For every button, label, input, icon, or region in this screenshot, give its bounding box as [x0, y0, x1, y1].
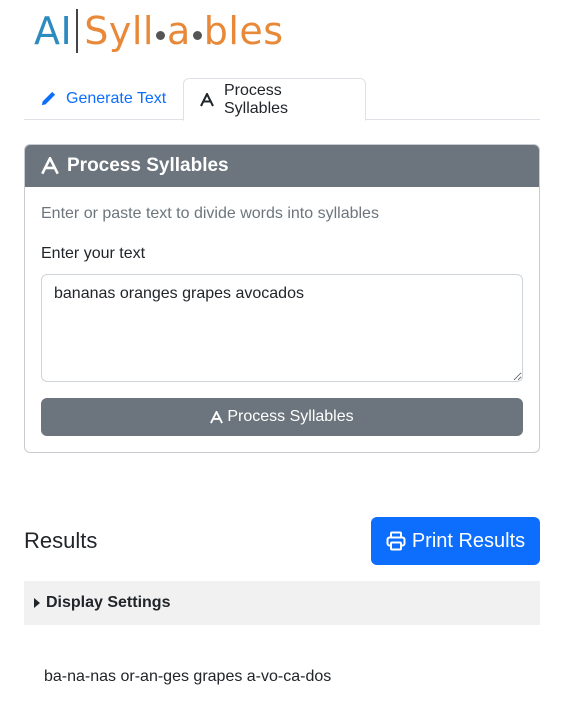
results-title: Results: [24, 528, 98, 553]
process-syllables-button[interactable]: Process Syllables: [41, 398, 523, 436]
tab-process-syllables[interactable]: Process Syllables: [183, 78, 366, 121]
logo-syllables-text: Syll a bles: [84, 9, 283, 53]
logo-ai-text: AI: [34, 9, 73, 53]
tab-bar: Generate Text Process Syllables: [24, 78, 540, 121]
print-results-label: Print Results: [411, 529, 526, 552]
font-a-icon: [200, 92, 214, 107]
font-a-icon: [210, 410, 224, 424]
pencil-icon: [40, 91, 56, 107]
card-title: Process Syllables: [67, 155, 229, 176]
tab-generate-text[interactable]: Generate Text: [24, 78, 182, 120]
logo-divider: [76, 9, 79, 53]
logo-dot-2: [192, 30, 202, 40]
print-results-button[interactable]: Print Results: [371, 517, 540, 565]
printer-icon: [386, 531, 406, 551]
text-input-label: Enter your text: [41, 245, 146, 262]
caret-right-icon: [34, 598, 40, 608]
font-a-icon: [41, 157, 59, 175]
logo-syllable-1: Syll: [84, 9, 154, 53]
display-settings-toggle[interactable]: Display Settings: [24, 581, 540, 625]
logo-dot-1: [155, 30, 165, 40]
tab-generate-text-label: Generate Text: [66, 90, 167, 107]
syllable-result-text: ba-na-nas or-an-ges grapes a-vo-ca-dos: [44, 668, 332, 685]
logo-syllable-2: a: [166, 9, 191, 53]
card-description: Enter or paste text to divide words into…: [41, 205, 379, 222]
process-card: Process Syllables Enter or paste text to…: [24, 144, 540, 453]
app-logo: AI Syll a bles: [34, 6, 284, 56]
text-input[interactable]: [41, 274, 523, 382]
card-header: Process Syllables: [25, 145, 539, 187]
tab-process-syllables-label: Process Syllables: [224, 81, 289, 117]
process-button-label: Process Syllables: [227, 408, 354, 425]
display-settings-label: Display Settings: [46, 594, 171, 611]
logo-syllable-3: bles: [203, 9, 284, 53]
